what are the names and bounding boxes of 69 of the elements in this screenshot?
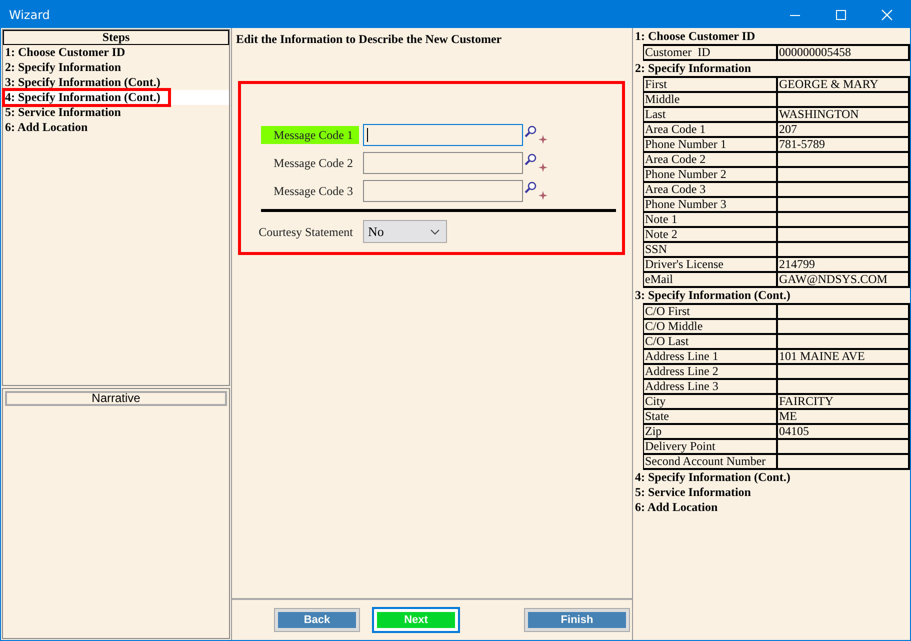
table-cell: Delivery Point bbox=[644, 440, 778, 455]
step-item[interactable]: 2: Specify Information bbox=[3, 60, 229, 75]
table-cell: 101 MAINE AVE bbox=[778, 350, 910, 365]
section-title: 6: Add Location bbox=[635, 500, 719, 515]
table-cell: City bbox=[644, 395, 778, 410]
field-label: Message Code 1 bbox=[261, 126, 359, 144]
field-label: Message Code 3 bbox=[272, 183, 354, 200]
table-cell: GAW@NDSYS.COM bbox=[778, 273, 910, 288]
window-title: Wizard bbox=[9, 8, 50, 22]
maximize-icon[interactable] bbox=[835, 8, 847, 20]
table-cell: Last bbox=[644, 108, 778, 123]
table-cell: Phone Number 2 bbox=[644, 168, 778, 183]
table-cell: eMail bbox=[644, 273, 778, 288]
narrative-header: Narrative bbox=[5, 391, 227, 406]
section-title: 2: Specify Information bbox=[635, 61, 752, 76]
magnifier-sparkle-icon[interactable] bbox=[524, 125, 548, 145]
table-cell: Area Code 1 bbox=[644, 123, 778, 138]
table-cell: 207 bbox=[778, 123, 910, 138]
field-label: Message Code 2 bbox=[272, 155, 354, 172]
table-cell: Area Code 3 bbox=[644, 183, 778, 198]
table-cell: Phone Number 3 bbox=[644, 198, 778, 213]
table-cell: Address Line 1 bbox=[644, 350, 778, 365]
table-cell: SSN bbox=[644, 243, 778, 258]
table-cell: Driver's License bbox=[644, 258, 778, 273]
step-item[interactable]: 3: Specify Information (Cont.) bbox=[3, 75, 229, 90]
section-title: 1: Choose Customer ID bbox=[635, 29, 756, 44]
message-code-field[interactable] bbox=[363, 124, 523, 146]
step-item[interactable]: 6: Add Location bbox=[3, 120, 229, 135]
section-title: 4: Specify Information (Cont.) bbox=[635, 470, 792, 485]
form-heading: Edit the Information to Describe the New Customer bbox=[235, 31, 503, 48]
magnifier-sparkle-icon[interactable] bbox=[524, 181, 548, 201]
table-cell: C/O Middle bbox=[644, 320, 778, 335]
table-cell: GEORGE & MARY bbox=[778, 78, 910, 93]
step-item[interactable]: 4: Specify Information (Cont.) bbox=[3, 90, 229, 105]
table-cell: 04105 bbox=[778, 425, 910, 440]
table-cell: Second Account Number bbox=[644, 455, 778, 470]
table-cell: First bbox=[644, 78, 778, 93]
step-item[interactable]: 1: Choose Customer ID bbox=[3, 45, 229, 60]
table-cell: 781-5789 bbox=[778, 138, 910, 153]
message-code-field[interactable] bbox=[363, 180, 523, 202]
table-cell: Zip bbox=[644, 425, 778, 440]
table-cell: Address Line 3 bbox=[644, 380, 778, 395]
section-title: 3: Specify Information (Cont.) bbox=[635, 288, 792, 303]
table-cell: ME bbox=[778, 410, 910, 425]
table-cell: C/O First bbox=[644, 305, 778, 320]
finish-button[interactable]: Finish bbox=[525, 609, 629, 631]
table-cell: 000000005458 bbox=[778, 46, 910, 61]
table-cell: Middle bbox=[644, 93, 778, 108]
table-cell: Area Code 2 bbox=[644, 153, 778, 168]
table-cell: Note 2 bbox=[644, 228, 778, 243]
step-item[interactable]: 5: Service Information bbox=[3, 105, 229, 120]
table-cell: Address Line 2 bbox=[644, 365, 778, 380]
table-cell: Note 1 bbox=[644, 213, 778, 228]
chevron-down-icon bbox=[430, 228, 440, 234]
table-cell: WASHINGTON bbox=[778, 108, 910, 123]
magnifier-sparkle-icon[interactable] bbox=[524, 153, 548, 173]
courtesy-dropdown[interactable]: No bbox=[363, 220, 447, 243]
section-title: 5: Service Information bbox=[635, 485, 752, 500]
back-button[interactable]: Back bbox=[275, 609, 359, 631]
table-cell: 214799 bbox=[778, 258, 910, 273]
table-cell: C/O Last bbox=[644, 335, 778, 350]
table-cell: State bbox=[644, 410, 778, 425]
close-icon[interactable] bbox=[881, 8, 893, 20]
message-code-field[interactable] bbox=[363, 152, 523, 174]
table-cell: Phone Number 1 bbox=[644, 138, 778, 153]
steps-header: Steps bbox=[3, 30, 229, 45]
table-cell: Customer ID bbox=[644, 46, 778, 61]
table-cell: FAIRCITY bbox=[778, 395, 910, 410]
field-label: Courtesy Statement bbox=[258, 224, 354, 240]
